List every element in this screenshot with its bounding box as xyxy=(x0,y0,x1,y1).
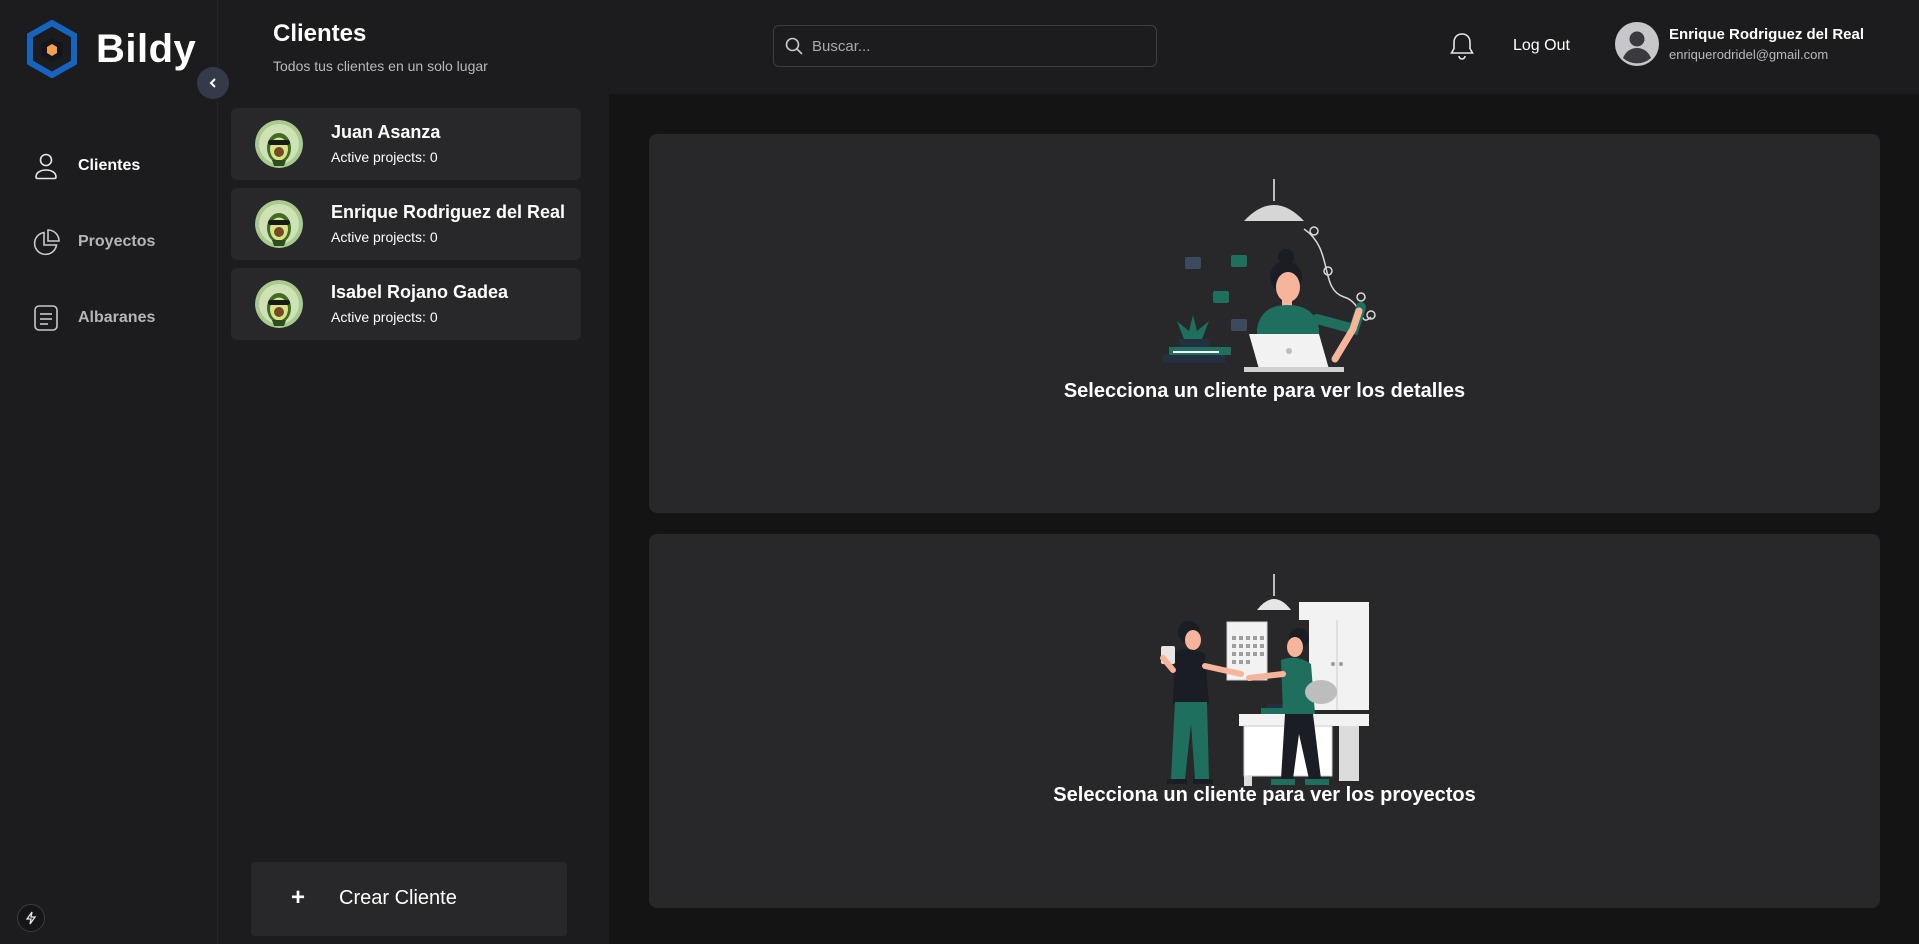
main-content: Selecciona un cliente para ver los detal… xyxy=(609,94,1919,944)
client-name: Juan Asanza xyxy=(331,122,441,142)
sidebar-item-proyectos[interactable]: Proyectos xyxy=(30,204,210,280)
sidebar-item-albaranes[interactable]: Albaranes xyxy=(30,280,210,356)
client-name: Enrique Rodriguez del Real xyxy=(331,202,566,222)
sidebar-item-label: Albaranes xyxy=(78,309,156,326)
create-client-button[interactable]: + Crear Cliente xyxy=(251,862,567,936)
sidebar-nav: Clientes Proyectos Albaranes xyxy=(30,128,210,356)
create-client-label: Crear Cliente xyxy=(339,887,457,909)
header: Clientes Todos tus clientes en un solo l… xyxy=(219,0,1919,94)
pie-chart-icon xyxy=(30,226,62,258)
client-name: Isabel Rojano Gadea xyxy=(331,282,509,302)
client-active-projects: Active projects: 0 xyxy=(331,229,438,245)
client-card[interactable]: Isabel Rojano Gadea Active projects: 0 xyxy=(231,268,581,340)
chevron-left-icon xyxy=(209,78,216,88)
collapse-sidebar-button[interactable] xyxy=(197,67,229,99)
client-card[interactable]: Enrique Rodriguez del Real Active projec… xyxy=(231,188,581,260)
page-title: Clientes xyxy=(273,20,367,47)
client-card[interactable]: Juan Asanza Active projects: 0 xyxy=(231,108,581,180)
sidebar-item-label: Clientes xyxy=(78,157,141,174)
search-icon xyxy=(785,37,803,55)
avocado-avatar-icon xyxy=(255,280,303,328)
document-icon xyxy=(30,302,62,334)
user-email: enriquerodridel@gmail.com xyxy=(1669,47,1829,62)
bolt-icon xyxy=(25,911,37,925)
woman-laptop-illustration xyxy=(1163,179,1376,372)
sidebar-item-label: Proyectos xyxy=(78,233,156,250)
client-active-projects: Active projects: 0 xyxy=(331,309,438,325)
client-avatar xyxy=(255,200,303,248)
sidebar-item-clientes[interactable]: Clientes xyxy=(30,128,210,204)
people-meeting-illustration xyxy=(1160,574,1369,786)
client-details-card: Selecciona un cliente para ver los detal… xyxy=(649,134,1880,513)
notifications-button[interactable] xyxy=(1445,29,1479,63)
details-caption: Selecciona un cliente para ver los detal… xyxy=(1063,380,1466,402)
logout-link[interactable]: Log Out xyxy=(1513,37,1570,55)
user-name: Enrique Rodriguez del Real xyxy=(1669,26,1865,43)
client-active-projects: Active projects: 0 xyxy=(331,149,438,165)
search-input[interactable] xyxy=(812,37,1142,55)
avocado-avatar-icon xyxy=(255,120,303,168)
bildy-logo-icon xyxy=(27,20,77,78)
bolt-button[interactable] xyxy=(17,904,45,932)
user-profile[interactable]: Enrique Rodriguez del Real enriquerodrid… xyxy=(1615,22,1864,66)
plus-icon: + xyxy=(291,884,306,911)
client-projects-card: Selecciona un cliente para ver los proye… xyxy=(649,534,1880,908)
page-subtitle: Todos tus clientes en un solo lugar xyxy=(273,58,488,74)
client-avatar xyxy=(255,280,303,328)
search-box[interactable] xyxy=(773,25,1157,67)
client-avatar xyxy=(255,120,303,168)
bell-icon xyxy=(1450,33,1474,60)
client-list-panel: Juan Asanza Active projects: 0 Enrique R… xyxy=(219,94,609,944)
projects-caption: Selecciona un cliente para ver los proye… xyxy=(1053,784,1476,806)
sidebar: Bildy Clientes Proyectos Albaranes xyxy=(0,0,218,944)
brand[interactable]: Bildy xyxy=(26,20,196,78)
brand-name: Bildy xyxy=(96,26,197,71)
avocado-avatar-icon xyxy=(255,200,303,248)
avatar xyxy=(1615,22,1659,66)
user-icon xyxy=(30,150,62,182)
